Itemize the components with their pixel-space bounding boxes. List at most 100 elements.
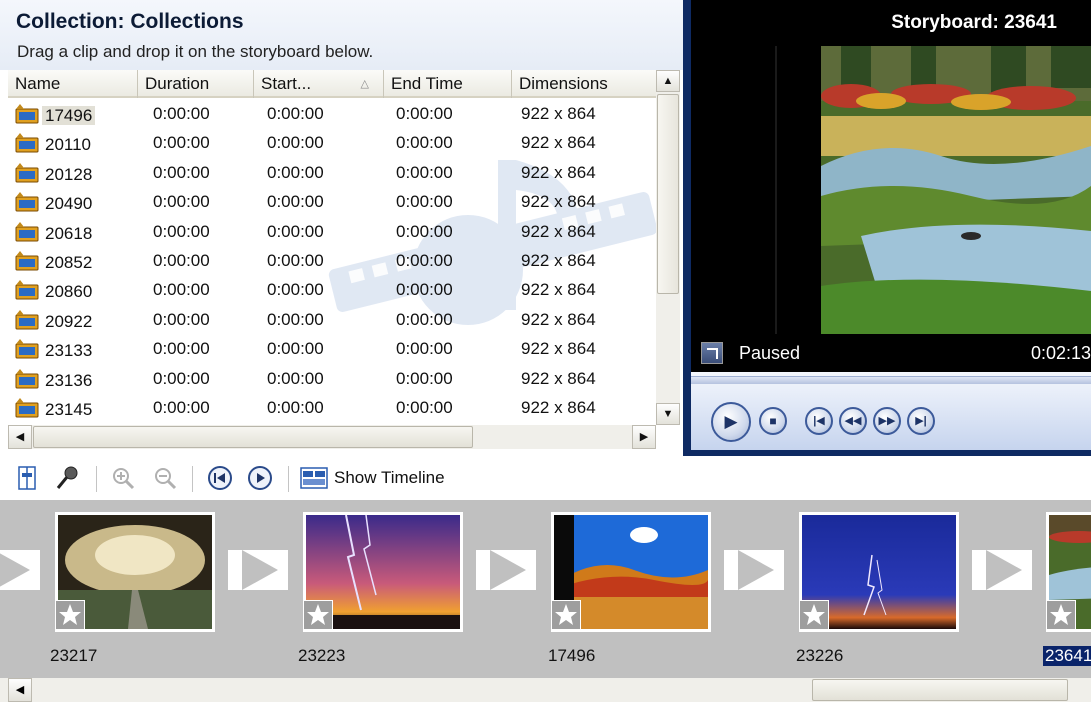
video-effect-star-icon[interactable]: [551, 600, 581, 630]
duration-cell: 0:00:00: [153, 251, 210, 270]
dimensions-cell: 922 x 864: [521, 309, 596, 329]
transition-slot[interactable]: [476, 550, 536, 590]
duration-cell: 0:00:00: [153, 162, 210, 182]
collection-subtitle: Drag a clip and drop it on the storyboar…: [17, 42, 374, 61]
seek-bar[interactable]: [691, 376, 1091, 384]
clip-name-cell: 20128: [14, 162, 95, 185]
video-clip-icon: [15, 251, 39, 271]
scroll-right-arrow-icon[interactable]: ▶: [632, 425, 656, 449]
play-storyboard-icon[interactable]: [246, 465, 274, 491]
table-row[interactable]: 23133 0:00:00 0:00:00 0:00:00 922 x 864: [8, 335, 656, 364]
rewind-button[interactable]: ◀◀: [839, 407, 867, 435]
video-clip-icon: [15, 368, 39, 389]
duration-cell: 0:00:00: [153, 280, 210, 300]
fast-forward-button[interactable]: ▶▶: [873, 407, 901, 435]
clip-name-cell: 20490: [14, 192, 95, 214]
dimensions-cell: 922 x 864: [521, 221, 596, 241]
stop-button[interactable]: ■: [759, 407, 787, 435]
storyboard-clip[interactable]: [551, 512, 711, 632]
duration-cell: 0:00:00: [153, 221, 210, 241]
storyboard-clip[interactable]: [1046, 512, 1091, 632]
column-header-row: Name Duration Start... △ End Time Dimens…: [8, 70, 656, 98]
column-header-duration[interactable]: Duration: [138, 70, 254, 98]
clip-name-cell: 20618: [14, 221, 95, 244]
scroll-left-arrow-icon[interactable]: ◀: [8, 678, 32, 702]
vertical-scroll-thumb[interactable]: [657, 94, 679, 294]
narrate-timeline-icon[interactable]: [54, 465, 80, 491]
play-button[interactable]: ▶: [711, 402, 751, 442]
show-timeline-button[interactable]: Show Timeline: [300, 465, 450, 491]
end-time-cell: 0:00:00: [396, 398, 453, 417]
toolbar-separator: [288, 466, 289, 492]
end-time-cell: 0:00:00: [396, 339, 453, 359]
marsh-preview-image: [821, 46, 1091, 334]
table-row[interactable]: 20860 0:00:00 0:00:00 0:00:00 922 x 864: [8, 276, 656, 305]
set-audio-levels-icon[interactable]: [16, 465, 38, 491]
table-row[interactable]: 23136 0:00:00 0:00:00 0:00:00 922 x 864: [8, 365, 656, 394]
collection-title: Collection: Collections: [16, 10, 244, 33]
start-time-cell: 0:00:00: [267, 192, 324, 212]
end-time-cell: 0:00:00: [396, 368, 453, 388]
zoom-out-icon[interactable]: [152, 465, 178, 491]
start-time-cell: 0:00:00: [267, 280, 324, 300]
table-row[interactable]: 20922 0:00:00 0:00:00 0:00:00 922 x 864: [8, 306, 656, 335]
end-time-cell: 0:00:00: [396, 162, 453, 182]
transition-slot[interactable]: [228, 550, 288, 590]
video-effect-star-icon[interactable]: [55, 600, 85, 630]
clip-name-cell: 20110: [14, 133, 94, 155]
video-effect-star-icon[interactable]: [799, 600, 829, 630]
clip-name-cell: 23136: [14, 368, 95, 391]
storyboard-horizontal-scrollbar[interactable]: ◀: [0, 678, 1091, 702]
previous-frame-button[interactable]: |◀: [805, 407, 833, 435]
storyboard-clip[interactable]: [799, 512, 959, 632]
clip-name-cell: 17496: [14, 104, 96, 126]
column-header-dimensions[interactable]: Dimensions: [512, 70, 656, 98]
storyboard-clip[interactable]: [303, 512, 463, 632]
table-row[interactable]: 17496 0:00:00 0:00:00 0:00:00 922 x 864: [8, 100, 656, 129]
table-row[interactable]: 20128 0:00:00 0:00:00 0:00:00 922 x 864: [8, 159, 656, 188]
clip-list-horizontal-scrollbar[interactable]: ◀ ▶: [8, 425, 656, 449]
storyboard-clip[interactable]: [55, 512, 215, 632]
collection-header: Collection: Collections Drag a clip and …: [0, 0, 683, 70]
dimensions-cell: 922 x 864: [521, 368, 596, 388]
transition-slot[interactable]: [0, 550, 40, 590]
video-clip-icon: [15, 398, 39, 418]
show-timeline-label: Show Timeline: [334, 468, 445, 487]
video-clip-icon: [15, 221, 39, 242]
table-row[interactable]: 20110 0:00:00 0:00:00 0:00:00 922 x 864: [8, 129, 656, 158]
rewind-storyboard-icon[interactable]: [206, 465, 234, 491]
transition-slot[interactable]: [972, 550, 1032, 590]
clip-list-vertical-scrollbar[interactable]: ▲ ▼: [656, 70, 680, 425]
start-time-cell: 0:00:00: [267, 309, 324, 329]
start-time-cell: 0:00:00: [267, 251, 324, 270]
scroll-left-arrow-icon[interactable]: ◀: [8, 425, 32, 449]
table-row[interactable]: 20852 0:00:00 0:00:00 0:00:00 922 x 864: [8, 247, 656, 276]
duration-cell: 0:00:00: [153, 339, 210, 359]
storyboard-clip-label: 17496: [548, 646, 596, 665]
next-frame-button[interactable]: ▶|: [907, 407, 935, 435]
dimensions-cell: 922 x 864: [521, 280, 596, 300]
table-row[interactable]: 23145 0:00:00 0:00:00 0:00:00 922 x 864: [8, 394, 656, 423]
scroll-up-arrow-icon[interactable]: ▲: [656, 70, 680, 92]
duration-cell: 0:00:00: [153, 133, 210, 153]
zoom-in-icon[interactable]: [110, 465, 136, 491]
column-header-start-time[interactable]: Start... △: [254, 70, 384, 98]
video-effect-star-icon[interactable]: [1046, 600, 1076, 630]
video-effect-star-icon[interactable]: [303, 600, 333, 630]
video-clip-icon: [15, 309, 39, 330]
clip-name-cell: 23145: [14, 398, 95, 420]
dimensions-cell: 922 x 864: [521, 339, 596, 359]
start-time-cell: 0:00:00: [267, 104, 324, 123]
collection-pane: Collection: Collections Drag a clip and …: [0, 0, 683, 452]
horizontal-scroll-thumb[interactable]: [33, 426, 473, 448]
table-row[interactable]: 20490 0:00:00 0:00:00 0:00:00 922 x 864: [8, 188, 656, 217]
scroll-down-arrow-icon[interactable]: ▼: [656, 403, 680, 425]
end-time-cell: 0:00:00: [396, 192, 453, 212]
monitor-status-bar: Paused 0:02:13: [691, 334, 1091, 372]
column-header-name[interactable]: Name: [8, 70, 138, 98]
fullscreen-icon[interactable]: [701, 342, 723, 364]
column-header-end-time[interactable]: End Time: [384, 70, 512, 98]
storyboard-scroll-thumb[interactable]: [812, 679, 1068, 701]
table-row[interactable]: 20618 0:00:00 0:00:00 0:00:00 922 x 864: [8, 218, 656, 247]
transition-slot[interactable]: [724, 550, 784, 590]
